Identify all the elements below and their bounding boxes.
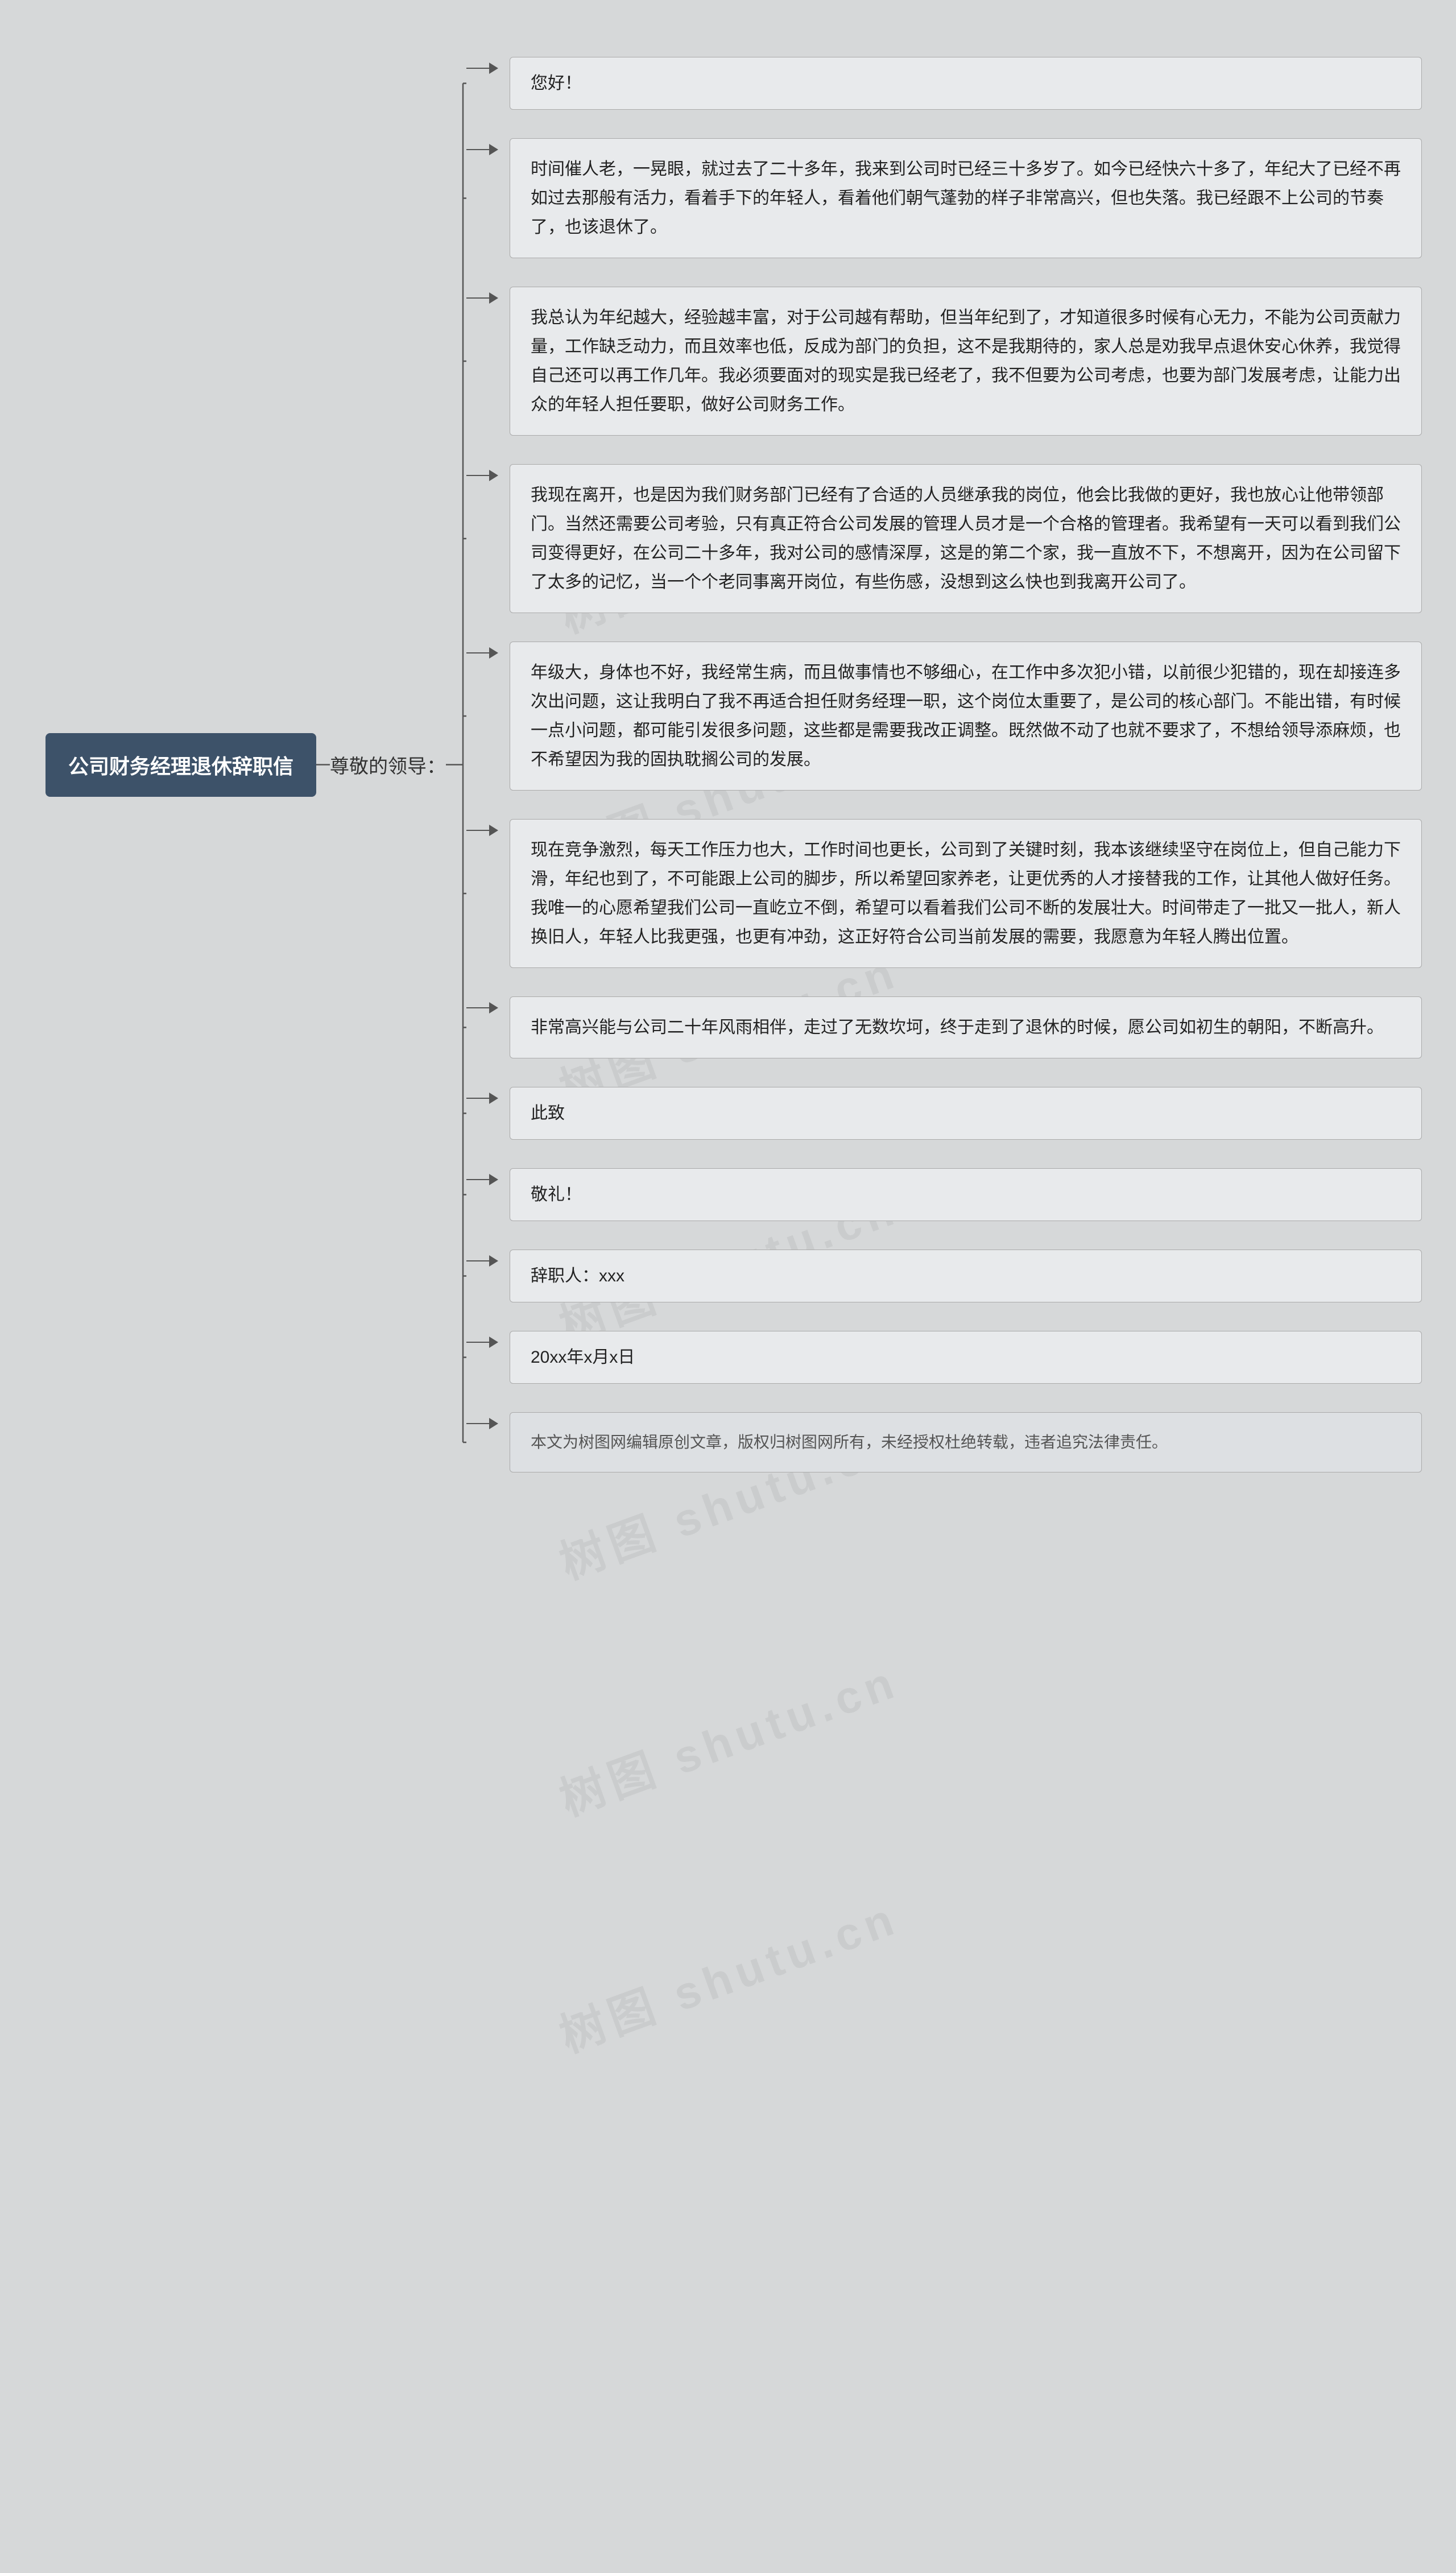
branch-arrow-3	[466, 287, 498, 304]
branch-item-5: 年级大，身体也不好，我经常生病，而且做事情也不够细心，在工作中多次犯小错，以前很…	[466, 642, 1422, 791]
branch-box-10: 辞职人：xxx	[510, 1250, 1422, 1302]
branch-item-11: 20xx年x月x日	[466, 1331, 1422, 1384]
branch-item-9: 敬礼！	[466, 1168, 1422, 1221]
branch-box-11: 20xx年x月x日	[510, 1331, 1422, 1384]
branch-item-12: 本文为树图网编辑原创文章，版权归树图网所有，未经授权杜绝转载，违者追究法律责任。	[466, 1412, 1422, 1472]
branch-item-10: 辞职人：xxx	[466, 1250, 1422, 1302]
branch-arrow-5	[466, 642, 498, 659]
branch-item-4: 我现在离开，也是因为我们财务部门已经有了合适的人员继承我的岗位，他会比我做的更好…	[466, 464, 1422, 613]
branch-item-2: 时间催人老，一晃眼，就过去了二十多年，我来到公司时已经三十多岁了。如今已经快六十…	[466, 138, 1422, 258]
branch-item-1: 您好！	[466, 57, 1422, 110]
branch-arrow-2	[466, 138, 498, 155]
connector-label: 尊敬的领导：	[330, 751, 446, 779]
branch-arrow-8	[466, 1087, 498, 1104]
branch-box-3: 我总认为年纪越大，经验越丰富，对于公司越有帮助，但当年纪到了，才知道很多时候有心…	[510, 287, 1422, 436]
branch-box-9: 敬礼！	[510, 1168, 1422, 1221]
branch-box-7: 非常高兴能与公司二十年风雨相伴，走过了无数坎坷，终于走到了退休的时候，愿公司如初…	[510, 996, 1422, 1058]
branch-box-4: 我现在离开，也是因为我们财务部门已经有了合适的人员继承我的岗位，他会比我做的更好…	[510, 464, 1422, 613]
branch-item-8: 此致	[466, 1087, 1422, 1140]
branch-arrow-10	[466, 1250, 498, 1267]
branch-item-6: 现在竞争激烈，每天工作压力也大，工作时间也更长，公司到了关键时刻，我本该继续坚守…	[466, 819, 1422, 968]
branch-box-2: 时间催人老，一晃眼，就过去了二十多年，我来到公司时已经三十多岁了。如今已经快六十…	[510, 138, 1422, 258]
branch-arrow-4	[466, 464, 498, 481]
branch-box-5: 年级大，身体也不好，我经常生病，而且做事情也不够细心，在工作中多次犯小错，以前很…	[510, 642, 1422, 791]
branch-arrow-9	[466, 1168, 498, 1185]
branch-item-3: 我总认为年纪越大，经验越丰富，对于公司越有帮助，但当年纪到了，才知道很多时候有心…	[466, 287, 1422, 436]
branch-arrow-11	[466, 1331, 498, 1348]
branch-item-7: 非常高兴能与公司二十年风雨相伴，走过了无数坎坷，终于走到了退休的时候，愿公司如初…	[466, 996, 1422, 1058]
branch-box-6: 现在竞争激烈，每天工作压力也大，工作时间也更长，公司到了关键时刻，我本该继续坚守…	[510, 819, 1422, 968]
branch-arrow-12	[466, 1412, 498, 1429]
branch-arrow-6	[466, 819, 498, 836]
mind-map: 树图 shutu.cn 树图 shutu.cn 树图 shutu.cn 树图 s…	[0, 0, 1456, 2573]
center-node: 公司财务经理退休辞职信	[46, 733, 316, 797]
branch-box-8: 此致	[510, 1087, 1422, 1140]
branch-arrow-7	[466, 996, 498, 1014]
branch-box-12: 本文为树图网编辑原创文章，版权归树图网所有，未经授权杜绝转载，违者追究法律责任。	[510, 1412, 1422, 1472]
branch-box-1: 您好！	[510, 57, 1422, 110]
branch-arrow-1	[466, 57, 498, 74]
